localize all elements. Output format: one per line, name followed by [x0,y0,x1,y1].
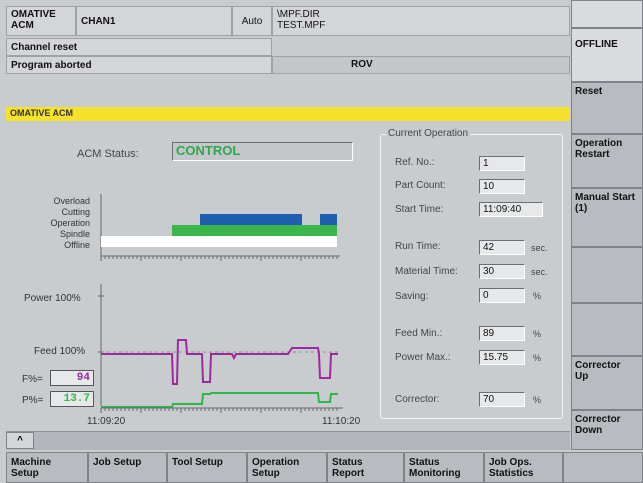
softkey-horizontal-5[interactable]: Status Report [327,452,404,483]
softkey-horizontal-3[interactable]: Tool Setup [167,452,247,483]
start-time-value: 11:09:40 [479,202,543,217]
time-end-label: 11:10:20 [322,416,361,427]
softkey-horizontal-6[interactable]: Status Monitoring [404,452,484,483]
softkey-horizontal-7[interactable]: Job Ops. Statistics [484,452,563,483]
trend-chart-ticks [100,408,338,413]
state-label-overload: Overload [53,196,90,206]
softkey-vertical-6[interactable] [571,247,643,303]
status-bar [272,56,570,74]
state-label-operation: Operation [50,218,90,228]
feed-series-line [101,339,338,385]
softkey-vertical-7[interactable] [571,303,643,356]
state-label-offline: Offline [64,240,90,250]
f-percent-label: F%= [22,374,43,385]
current-operation-title: Current Operation [386,128,471,139]
trend-chart [98,284,343,413]
state-chart [100,194,340,261]
p-percent-value: 13.7 [63,393,90,405]
state-bar-operation [172,225,337,236]
rov-indicator: ROV [351,59,373,70]
start-time-label: Start Time: [395,204,444,215]
panel-title-bar [6,107,570,121]
time-start-label: 11:09:20 [87,416,126,427]
material-time-label: Material Time: [395,266,458,277]
power-max-label: Power Max.: [395,352,451,363]
recall-key[interactable]: ^ [6,432,34,449]
softkey-horizontal-1[interactable]: Machine Setup [6,452,88,483]
feed-100-label: Feed 100% [34,346,86,357]
softkey-vertical-5[interactable]: Manual Start (1) [571,188,643,247]
softkey-horizontal-4[interactable]: Operation Setup [247,452,327,483]
f-percent-value: 94 [76,372,90,384]
saving-unit: % [533,291,542,301]
saving-label: Saving: [395,291,429,302]
softkey-horizontal-8[interactable] [563,452,643,483]
recall-bar [6,431,570,450]
state-bar-cutting-2 [320,214,337,225]
run-time-label: Run Time: [395,241,441,252]
state-bar-spindle [101,236,337,247]
program-path: \MPF.DIR TEST.MPF [272,6,570,36]
softkey-vertical-8[interactable]: Corrector Up [571,356,643,410]
material-time-unit: sec. [531,267,548,277]
acm-status-label: ACM Status: [77,148,139,160]
alarm-message-1: Channel reset [6,38,272,56]
state-label-cutting: Cutting [61,207,90,217]
power-max-value: 15.75 [479,350,525,365]
feed-min-value: 89 [479,326,525,341]
state-chart-ticks [100,256,338,261]
panel-title: OMATIVE ACM [10,108,73,118]
acm-status-value: CONTROL [176,143,241,158]
part-count-label: Part Count: [395,180,446,191]
material-time-value: 30 [479,264,525,279]
run-time-unit: sec. [531,243,548,253]
corrector-unit: % [533,395,542,405]
program-title: OMATIVE ACM [6,6,76,36]
saving-value: 0 [479,288,525,303]
softkey-vertical-9[interactable]: Corrector Down [571,410,643,450]
power-series-line [101,392,338,408]
state-bar-cutting-1 [200,214,302,225]
ref-no-label: Ref. No.: [395,157,435,168]
channel-name: CHAN1 [76,6,232,36]
part-count-value: 10 [479,179,525,194]
corrector-value: 70 [479,392,525,407]
run-time-value: 42 [479,240,525,255]
softkey-vertical-3[interactable]: Reset [571,82,643,134]
power-100-label: Power 100% [24,293,81,304]
mode-indicator: Auto [232,6,272,36]
softkey-vertical-1[interactable] [571,0,643,28]
state-label-spindle: Spindle [59,229,90,239]
alarm-message-2: Program aborted [6,56,272,74]
corrector-label: Corrector: [395,394,440,405]
softkey-vertical-4[interactable]: Operation Restart [571,134,643,188]
p-percent-label: P%= [22,395,44,406]
softkey-vertical-2[interactable]: OFFLINE [571,28,643,82]
power-max-unit: % [533,353,542,363]
ref-no-value: 1 [479,156,525,171]
feed-min-unit: % [533,329,542,339]
softkey-horizontal-2[interactable]: Job Setup [88,452,167,483]
feed-min-label: Feed Min.: [395,328,443,339]
